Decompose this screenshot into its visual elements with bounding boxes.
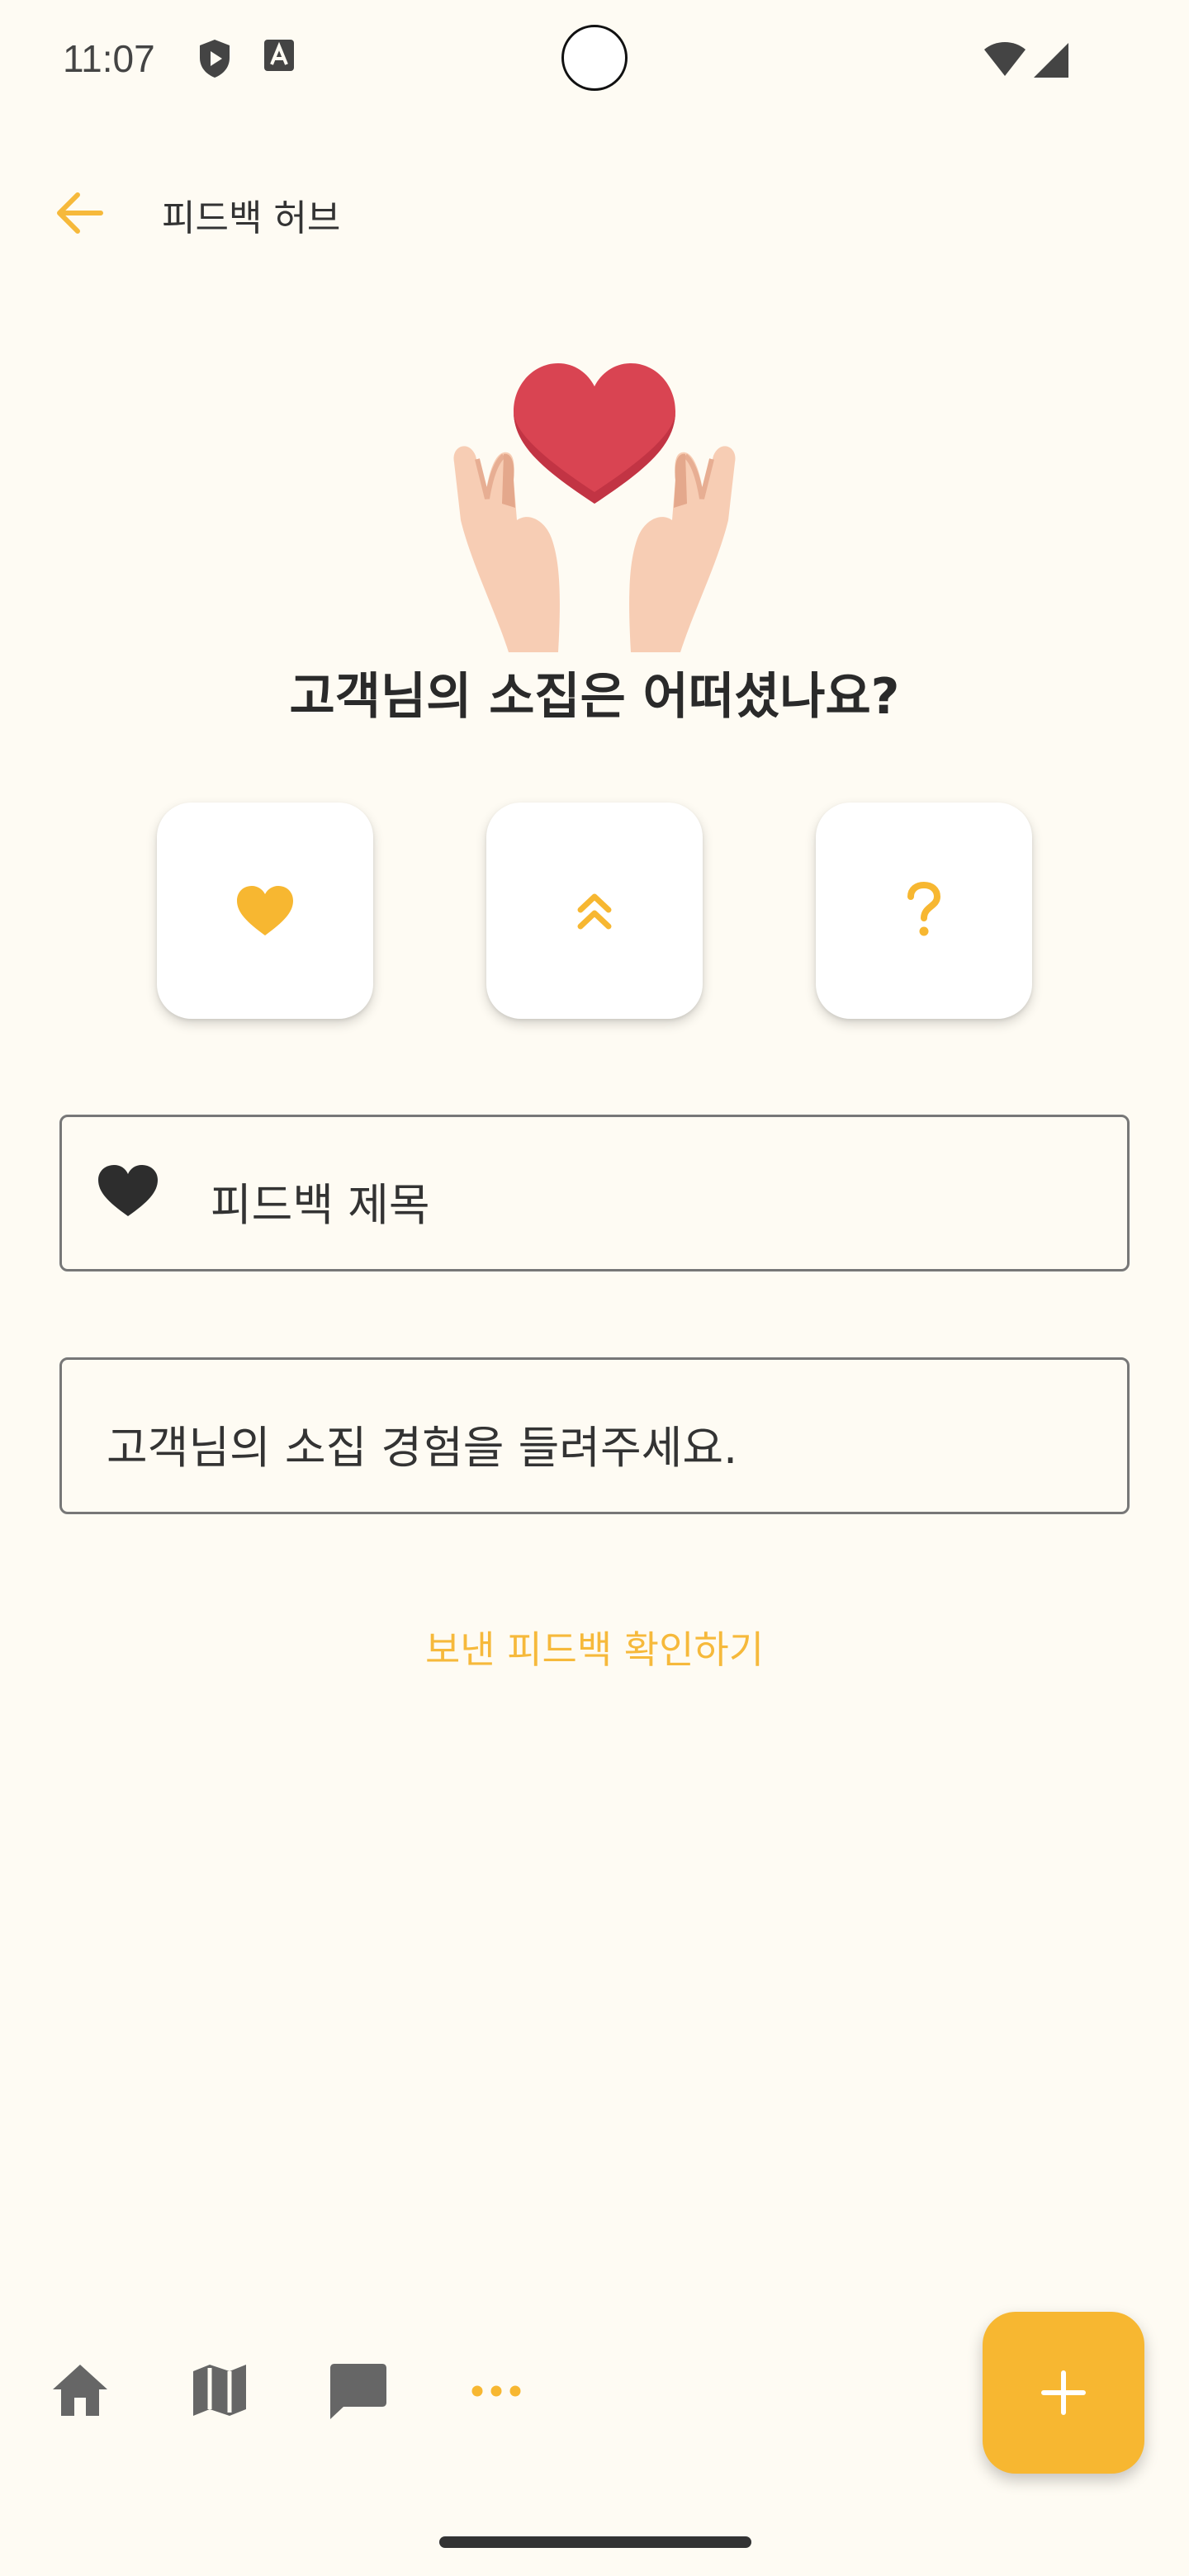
double-chevron-up-icon xyxy=(577,893,612,930)
home-icon[interactable] xyxy=(50,2361,111,2422)
chat-icon[interactable] xyxy=(327,2361,390,2424)
feedback-title-placeholder: 피드백 제목 xyxy=(211,1179,430,1231)
category-praise-button[interactable] xyxy=(157,803,373,1019)
feedback-body-field[interactable]: 고객님의 소집 경험을 들려주세요. xyxy=(59,1357,1130,1514)
plus-icon xyxy=(1041,2370,1086,2415)
page-title: 피드백 허브 xyxy=(162,197,341,239)
arrow-left-icon xyxy=(57,192,103,234)
category-suggestion-button[interactable] xyxy=(486,803,703,1019)
feedback-body-placeholder: 고객님의 소집 경험을 들려주세요. xyxy=(107,1422,738,1474)
add-feedback-button[interactable] xyxy=(983,2312,1144,2474)
map-icon[interactable] xyxy=(190,2361,249,2422)
signal-icon xyxy=(1032,41,1070,81)
heart-icon xyxy=(98,1165,158,1216)
more-icon[interactable] xyxy=(471,2384,522,2401)
feedback-title-field[interactable]: 피드백 제목 xyxy=(59,1115,1130,1271)
home-indicator[interactable] xyxy=(439,2536,751,2548)
back-button[interactable] xyxy=(50,183,109,243)
status-bar: 11:07 xyxy=(0,0,1189,120)
status-time: 11:07 xyxy=(63,37,155,80)
category-question-button[interactable] xyxy=(816,803,1032,1019)
view-sent-feedback-link[interactable]: 보낸 피드백 확인하기 xyxy=(0,1620,1189,1674)
font-a-icon xyxy=(263,38,296,78)
shield-play-icon xyxy=(197,38,233,83)
feedback-question: 고객님의 소집은 어떠셨나요? xyxy=(289,668,900,726)
hands-heart-illustration xyxy=(438,347,751,661)
heart-icon xyxy=(237,886,293,935)
question-mark-icon xyxy=(907,882,941,936)
camera-cutout xyxy=(561,25,628,91)
wifi-icon xyxy=(983,40,1027,81)
